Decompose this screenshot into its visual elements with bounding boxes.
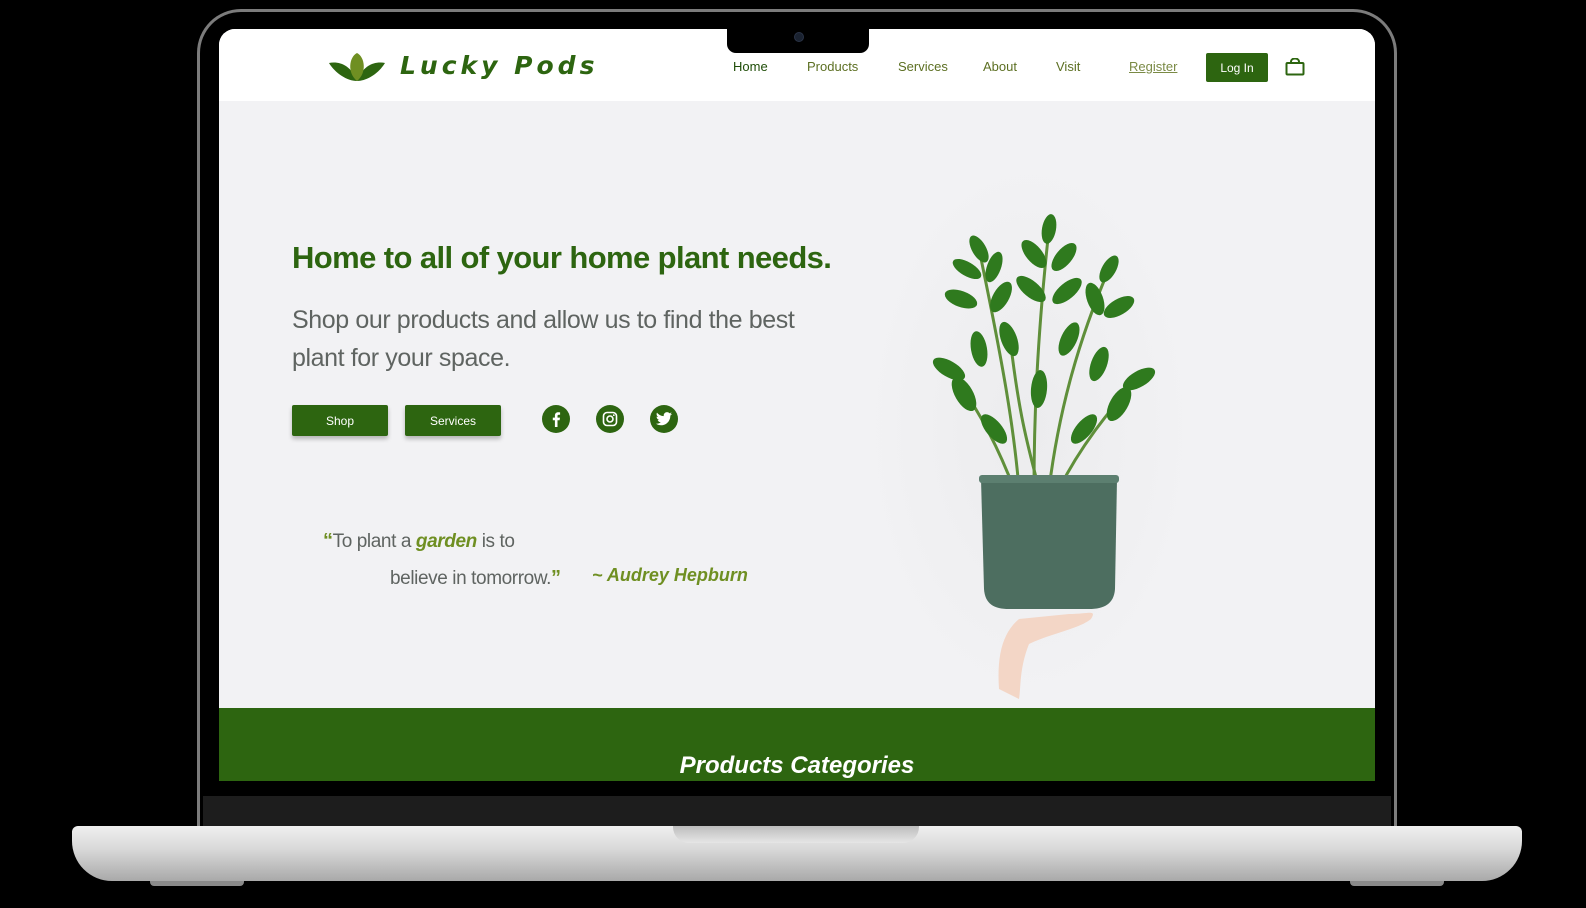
quote-highlight: garden	[415, 531, 477, 552]
quote-text-3: believe in tomorrow.	[390, 568, 551, 589]
quote-text-2: is to	[476, 531, 515, 552]
register-link[interactable]: Register	[1129, 59, 1177, 74]
laptop-foot-left	[150, 881, 244, 886]
laptop-bezel-bottom	[203, 796, 1391, 826]
instagram-glyph-icon	[602, 411, 618, 427]
twitter-glyph-icon	[656, 412, 672, 426]
instagram-icon[interactable]	[596, 405, 624, 433]
twitter-icon[interactable]	[650, 405, 678, 433]
facebook-icon[interactable]	[542, 405, 570, 433]
nav-products[interactable]: Products	[807, 59, 858, 74]
camera-notch	[727, 29, 869, 53]
nav-services[interactable]: Services	[898, 59, 948, 74]
quote-close-mark: ”	[550, 567, 561, 589]
shop-button[interactable]: Shop	[292, 405, 388, 436]
brand-name[interactable]: Lucky Pods	[400, 51, 598, 80]
nav-visit[interactable]: Visit	[1056, 59, 1080, 74]
nav-home[interactable]: Home	[733, 59, 768, 74]
services-button[interactable]: Services	[405, 405, 501, 436]
quote-line-1: “To plant a garden is to	[323, 530, 515, 553]
potted-plant-image	[932, 214, 1156, 699]
categories-section: Products Categories	[219, 708, 1375, 781]
quote-line-2: believe in tomorrow.”	[390, 567, 561, 590]
quote-open-mark: “	[323, 530, 333, 552]
laptop-opening-notch	[673, 826, 919, 843]
camera-icon	[794, 32, 804, 42]
laptop-foot-right	[1350, 881, 1444, 886]
shopping-bag-icon[interactable]	[1285, 58, 1305, 76]
login-button[interactable]: Log In	[1206, 53, 1268, 82]
quote-text-1: To plant a	[332, 531, 416, 552]
quote-author: ~ Audrey Hepburn	[592, 565, 748, 585]
facebook-glyph-icon	[552, 412, 561, 427]
browser-viewport: Lucky Pods Home Products Services About …	[219, 29, 1375, 781]
categories-title: Products Categories	[679, 752, 915, 779]
hero-subtitle: Shop our products and allow us to find t…	[292, 306, 795, 372]
hero-title: Home to all of your home plant needs.	[292, 240, 832, 275]
leaf-logo-icon	[329, 53, 385, 81]
nav-about[interactable]: About	[983, 59, 1017, 74]
